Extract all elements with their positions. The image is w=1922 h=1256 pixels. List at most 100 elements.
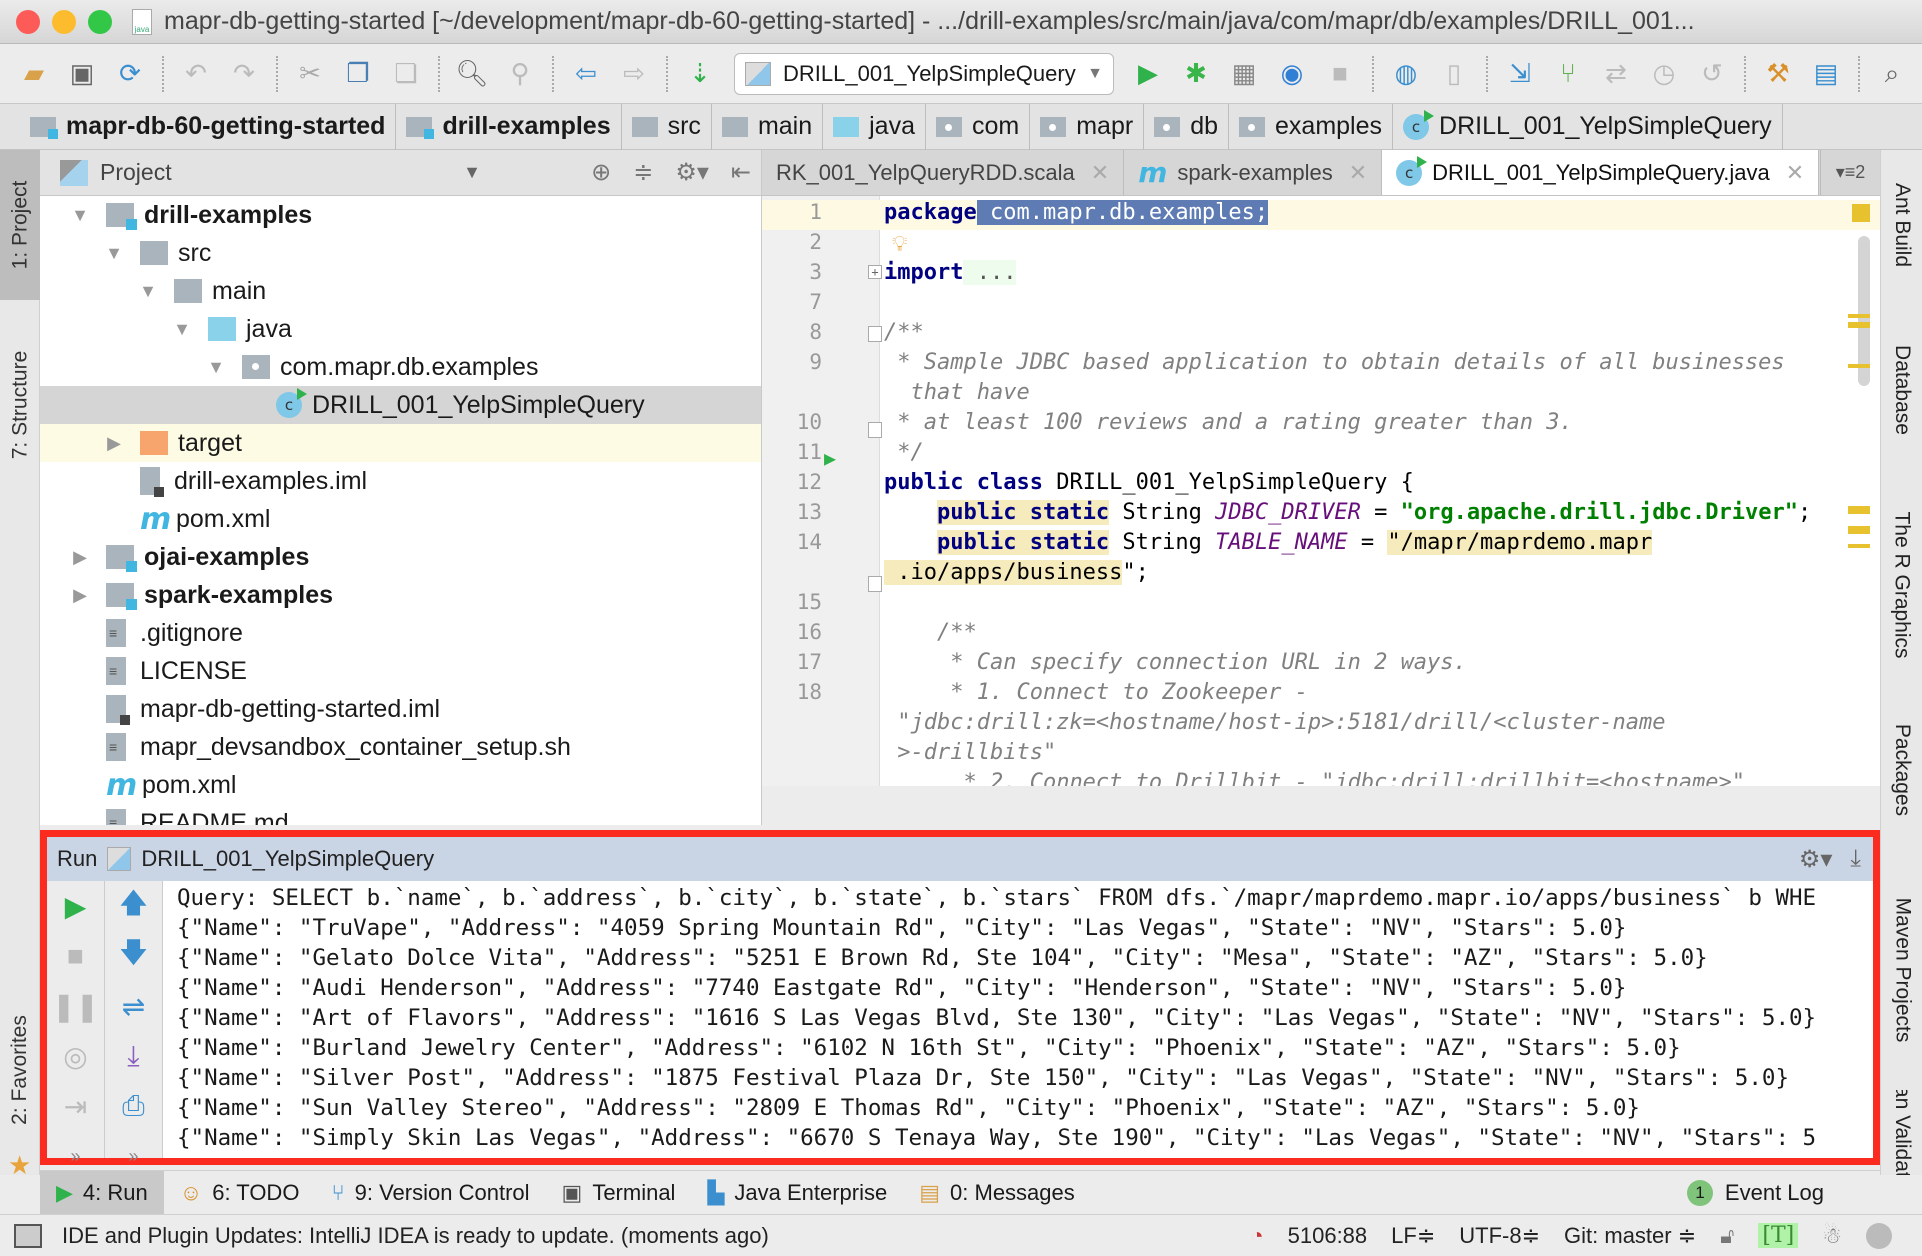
back-icon[interactable]: ⇦: [568, 56, 604, 92]
notification-indicator[interactable]: [1866, 1222, 1892, 1249]
gear-icon[interactable]: ⚙▾: [1799, 845, 1833, 874]
caret-position[interactable]: 5106:88: [1288, 1223, 1368, 1249]
git-branch-select[interactable]: Git: master ≑: [1564, 1223, 1696, 1249]
tool-button-version-control[interactable]: ⑂ 9: Version Control: [315, 1171, 545, 1215]
close-window-button[interactable]: [16, 9, 40, 34]
lock-icon[interactable]: 🔓︎: [1720, 1223, 1734, 1249]
line-separator-select[interactable]: LF≑: [1391, 1223, 1435, 1249]
make-icon[interactable]: ⇣: [682, 56, 718, 92]
tree-item[interactable]: ▼ src: [40, 234, 761, 272]
rerun-icon[interactable]: ▶: [47, 881, 104, 931]
stop-icon[interactable]: ■: [47, 931, 104, 981]
tree-item[interactable]: c DRILL_001_YelpSimpleQuery: [40, 386, 761, 424]
tool-tab-bean-validation[interactable]: Bean Validation: [1881, 1090, 1922, 1175]
status-message[interactable]: IDE and Plugin Updates: IntelliJ IDEA is…: [62, 1223, 769, 1249]
copy-icon[interactable]: ❐: [340, 56, 376, 92]
expanded-arrow-icon[interactable]: ▼: [68, 205, 92, 226]
breadcrumb-item-java[interactable]: java: [823, 103, 926, 150]
up-arrow-icon[interactable]: 🡅: [105, 881, 162, 931]
tool-button-terminal[interactable]: ▣ Terminal: [546, 1171, 692, 1215]
run-icon[interactable]: ▶: [1130, 56, 1166, 92]
locate-icon[interactable]: ⊕: [591, 158, 611, 187]
inspector-icon[interactable]: ☃: [1822, 1223, 1842, 1249]
collapsed-arrow-icon[interactable]: ▶: [68, 585, 92, 606]
tool-tab-project[interactable]: 1: Project: [0, 150, 40, 300]
scroll-to-end-icon[interactable]: ⤓: [105, 1031, 162, 1081]
breadcrumb-item-main[interactable]: main: [712, 103, 824, 150]
tree-item[interactable]: README.md: [40, 804, 761, 825]
console-output[interactable]: Query: SELECT b.`name`, b.`address`, b.`…: [177, 881, 1873, 1158]
hide-panel-icon[interactable]: ⇤: [731, 158, 751, 187]
fold-collapse-icon[interactable]: [868, 326, 882, 342]
tree-item[interactable]: .gitignore: [40, 614, 761, 652]
vcs-commit-icon[interactable]: ⑂: [1550, 56, 1586, 92]
warning-marker[interactable]: [1848, 314, 1870, 318]
warning-marker[interactable]: [1852, 204, 1870, 222]
tree-item[interactable]: LICENSE: [40, 652, 761, 690]
run-gutter-icon[interactable]: ▶: [824, 446, 836, 470]
find-icon[interactable]: 🔍︎: [454, 56, 490, 92]
breadcrumb-item-project[interactable]: mapr-db-60-getting-started: [20, 103, 397, 150]
cut-icon[interactable]: ✂: [292, 56, 328, 92]
vcs-update-icon[interactable]: ⇲: [1502, 56, 1538, 92]
replace-icon[interactable]: ⚲: [502, 56, 538, 92]
hide-panel-icon[interactable]: ⤓: [1850, 845, 1861, 874]
collapsed-arrow-icon[interactable]: ▶: [68, 547, 92, 568]
save-icon[interactable]: ▣: [64, 56, 100, 92]
collapsed-arrow-icon[interactable]: ▶: [102, 433, 126, 454]
redo-icon[interactable]: ↷: [226, 56, 262, 92]
print-icon[interactable]: ⎙: [105, 1081, 162, 1131]
warning-marker[interactable]: [1848, 526, 1870, 534]
sync-icon[interactable]: ⟳: [112, 56, 148, 92]
tab-drill-java[interactable]: c DRILL_001_YelpSimpleQuery.java ✕: [1382, 150, 1820, 195]
deploy-icon[interactable]: ◍: [1388, 56, 1424, 92]
tree-item[interactable]: mapr-db-getting-started.iml: [40, 690, 761, 728]
close-icon[interactable]: ✕: [1091, 160, 1109, 186]
warning-marker[interactable]: [1848, 322, 1870, 328]
folded-imports[interactable]: ...: [963, 260, 1017, 285]
debug-icon[interactable]: ✱: [1178, 56, 1214, 92]
tree-item[interactable]: m pom.xml: [40, 500, 761, 538]
tool-button-run[interactable]: ▶ 4: Run: [40, 1170, 164, 1215]
close-icon[interactable]: ✕: [1786, 160, 1804, 186]
fold-collapse-icon[interactable]: [868, 422, 882, 438]
zoom-window-button[interactable]: [88, 9, 112, 34]
tool-button-todo[interactable]: ☺ 6: TODO: [164, 1171, 316, 1215]
tool-tab-favorites[interactable]: 2: Favorites: [0, 970, 40, 1170]
stop-icon[interactable]: ■: [1322, 56, 1358, 92]
tree-item[interactable]: m pom.xml: [40, 766, 761, 804]
lightbulb-icon[interactable]: 💡︎: [892, 232, 907, 257]
tool-tab-packages[interactable]: Packages: [1881, 710, 1922, 830]
vcs-revert-icon[interactable]: ↺: [1694, 56, 1730, 92]
tree-item[interactable]: ▶ spark-examples: [40, 576, 761, 614]
profile-icon[interactable]: ◉: [1274, 56, 1310, 92]
toggle-tool-windows-icon[interactable]: [14, 1223, 42, 1248]
run-configuration-select[interactable]: DRILL_001_YelpSimpleQuery ▼: [734, 52, 1114, 95]
fold-collapse-icon[interactable]: [868, 576, 882, 592]
tool-tab-structure[interactable]: 7: Structure: [0, 330, 40, 480]
tree-item[interactable]: ▼ com.mapr.db.examples: [40, 348, 761, 386]
breadcrumb-item-com[interactable]: com: [926, 103, 1031, 150]
run-tab-label[interactable]: DRILL_001_YelpSimpleQuery: [141, 846, 434, 872]
tool-button-java-enterprise[interactable]: ▙ Java Enterprise: [691, 1171, 903, 1215]
settings-icon[interactable]: ⚒: [1760, 56, 1796, 92]
expanded-arrow-icon[interactable]: ▼: [204, 357, 228, 378]
collapse-all-icon[interactable]: ≑: [633, 158, 653, 187]
minimize-window-button[interactable]: [52, 9, 76, 34]
breadcrumb-item-db[interactable]: db: [1144, 103, 1230, 150]
project-structure-icon[interactable]: ▤: [1808, 56, 1844, 92]
tree-item[interactable]: ▶ ojai-examples: [40, 538, 761, 576]
soft-wrap-icon[interactable]: ⇌: [105, 981, 162, 1031]
tree-item[interactable]: drill-examples.iml: [40, 462, 761, 500]
breadcrumb-item-src[interactable]: src: [622, 103, 712, 150]
tab-scala-file[interactable]: RK_001_YelpQueryRDD.scala ✕: [762, 150, 1125, 195]
tree-item[interactable]: mapr_devsandbox_container_setup.sh: [40, 728, 761, 766]
search-everywhere-icon[interactable]: ⌕: [1874, 56, 1910, 92]
expanded-arrow-icon[interactable]: ▼: [170, 319, 194, 340]
tree-item[interactable]: ▶ target: [40, 424, 761, 462]
tool-button-event-log[interactable]: 1 Event Log: [1671, 1171, 1840, 1215]
camera-icon[interactable]: ◎: [47, 1031, 104, 1081]
paste-icon[interactable]: ❏: [388, 56, 424, 92]
warning-marker[interactable]: [1848, 544, 1870, 548]
fold-expand-icon[interactable]: +: [868, 265, 882, 279]
